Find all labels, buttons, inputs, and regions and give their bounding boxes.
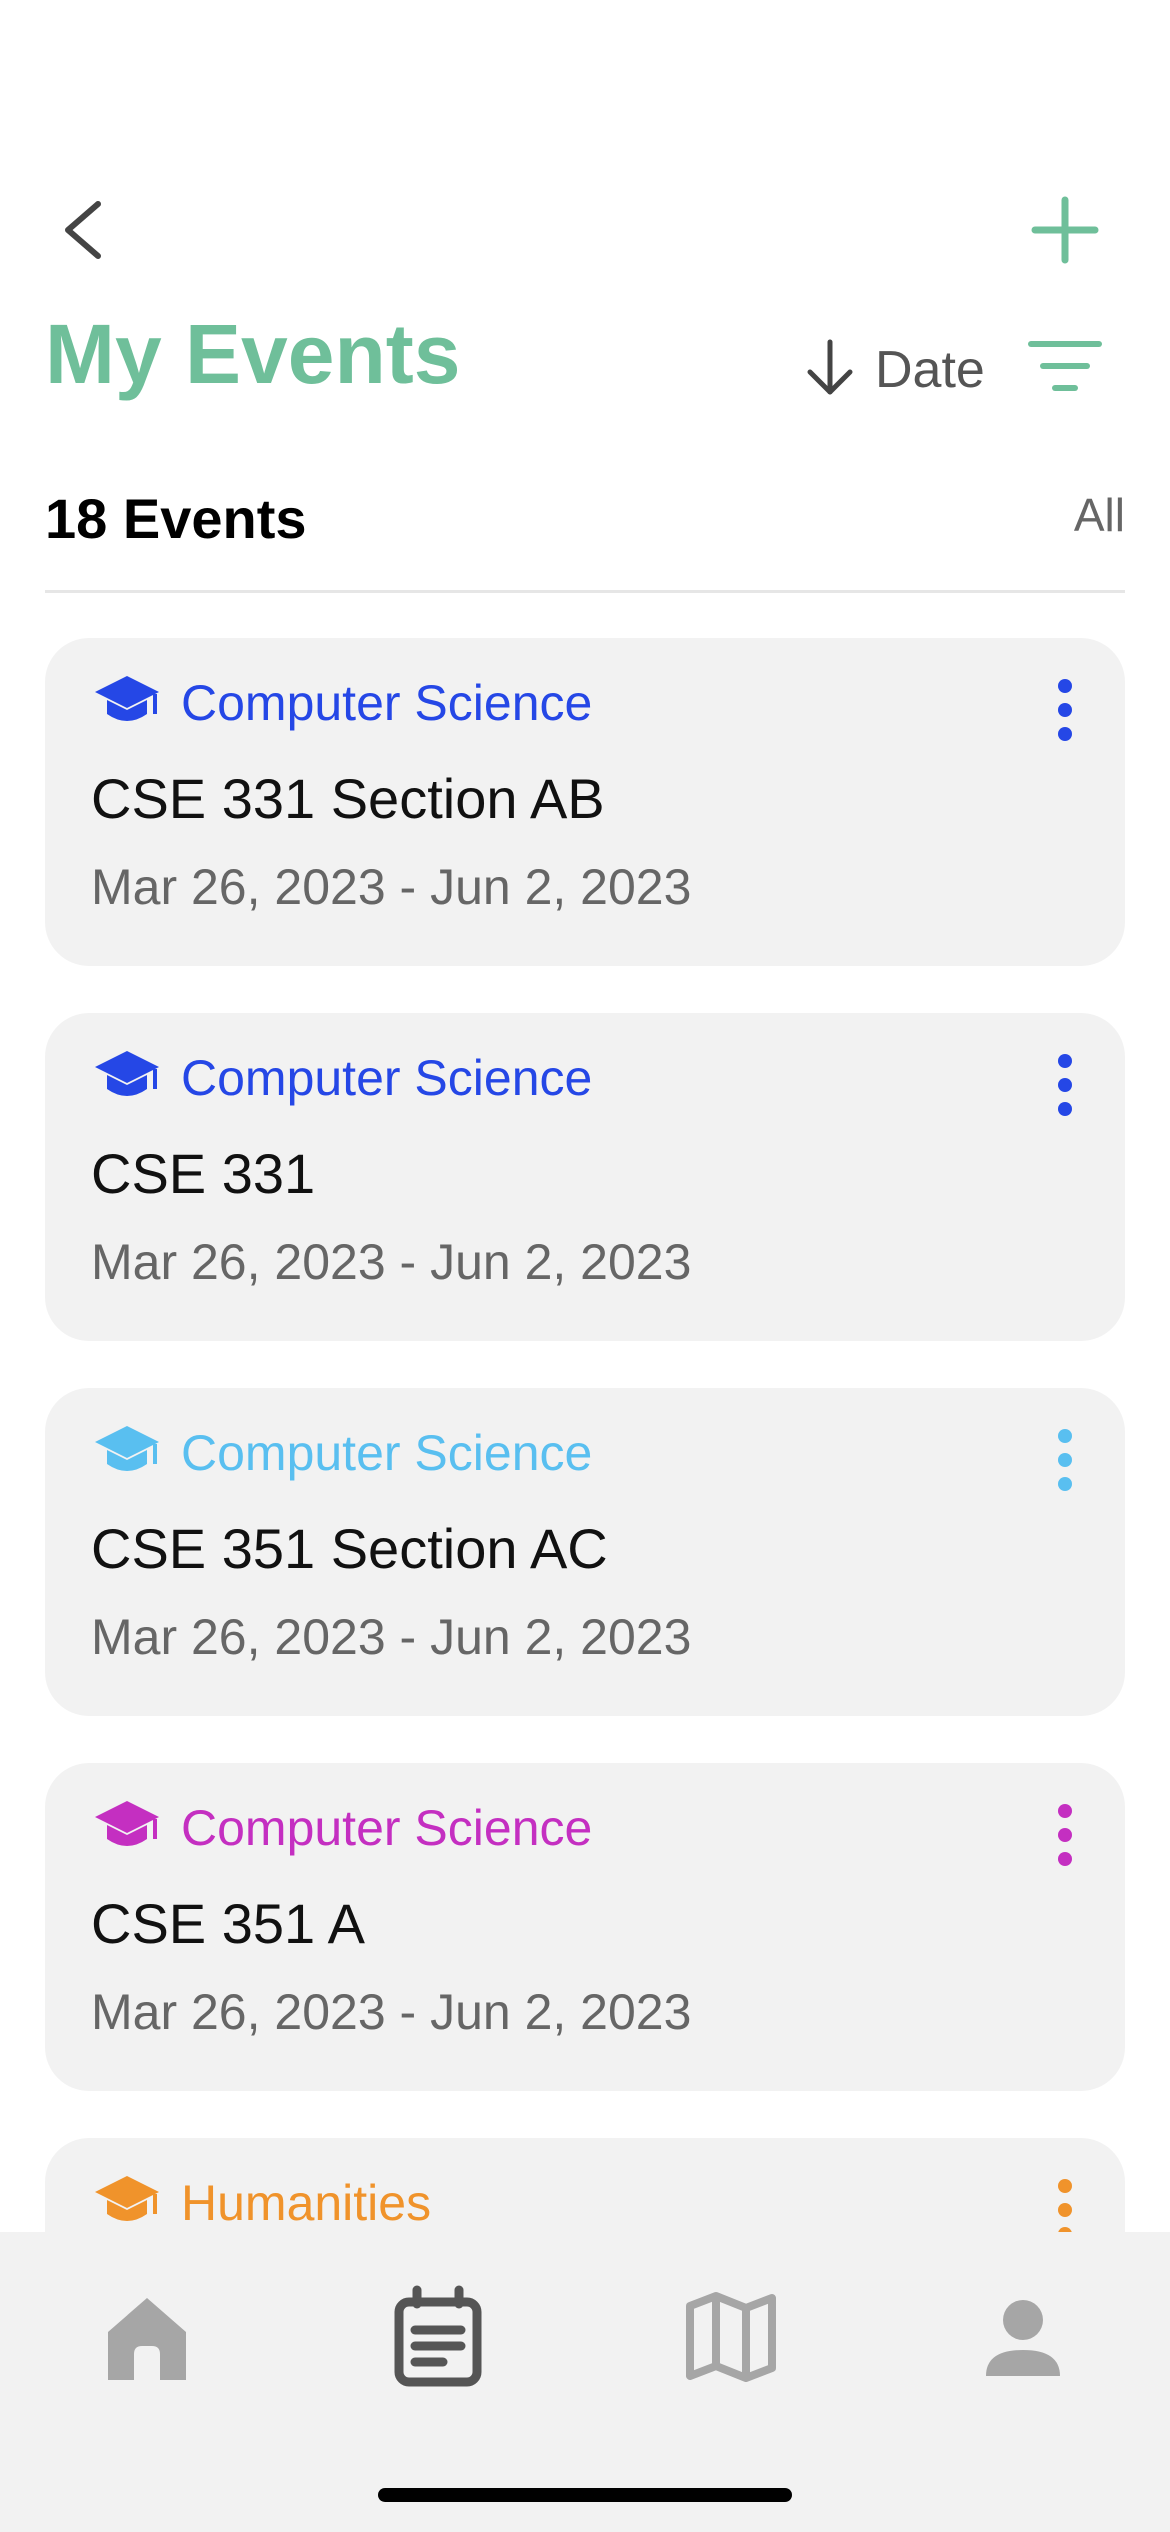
event-category: Computer Science xyxy=(181,1800,593,1856)
divider xyxy=(45,590,1125,593)
page-title: My Events xyxy=(45,307,461,401)
event-name: CSE 351 Section AC xyxy=(91,1517,608,1580)
event-category: Humanities xyxy=(181,2175,432,2231)
event-dates: Mar 26, 2023 - Jun 2, 2023 xyxy=(91,859,692,915)
tab-calendar[interactable] xyxy=(383,2282,493,2392)
more-options-button[interactable] xyxy=(1045,2176,1085,2233)
graduation-cap-icon xyxy=(93,2174,161,2230)
map-icon xyxy=(686,2292,776,2382)
event-card[interactable]: Computer Science CSE 331 Section AB Mar … xyxy=(45,638,1125,966)
events-summary: 18 Events All xyxy=(45,480,1125,550)
all-filter-link[interactable]: All xyxy=(1074,488,1125,542)
top-bar xyxy=(0,160,1170,280)
sort-label: Date xyxy=(875,341,985,399)
event-dates: Mar 26, 2023 - Jun 2, 2023 xyxy=(91,1609,692,1665)
event-name: CSE 351 A xyxy=(91,1892,365,1955)
more-options-button[interactable] xyxy=(1045,1426,1085,1496)
graduation-cap-icon xyxy=(93,674,161,730)
event-category: Computer Science xyxy=(181,675,593,731)
graduation-cap-icon xyxy=(93,1049,161,1105)
event-category: Computer Science xyxy=(181,1050,593,1106)
event-dates: Mar 26, 2023 - Jun 2, 2023 xyxy=(91,1234,692,1290)
plus-icon xyxy=(1031,196,1099,264)
more-options-button[interactable] xyxy=(1045,1801,1085,1871)
graduation-cap-icon xyxy=(93,1799,161,1855)
chevron-left-icon xyxy=(65,201,101,259)
tab-home[interactable] xyxy=(92,2282,202,2392)
title-row: My Events Date xyxy=(0,300,1170,420)
profile-icon xyxy=(986,2300,1060,2376)
tab-bar xyxy=(0,2232,1170,2532)
sort-button[interactable]: Date xyxy=(800,330,1000,400)
home-indicator xyxy=(378,2488,792,2502)
event-name: CSE 331 Section AB xyxy=(91,767,605,830)
arrow-down-icon xyxy=(807,339,853,395)
event-card[interactable]: Computer Science CSE 351 A Mar 26, 2023 … xyxy=(45,1763,1125,2091)
filter-icon xyxy=(1028,341,1102,391)
calendar-icon xyxy=(394,2285,482,2387)
filter-button[interactable] xyxy=(1025,330,1105,400)
event-card[interactable]: Computer Science CSE 351 Section AC Mar … xyxy=(45,1388,1125,1716)
home-icon xyxy=(108,2298,186,2380)
event-card[interactable]: Computer Science CSE 331 Mar 26, 2023 - … xyxy=(45,1013,1125,1341)
back-button[interactable] xyxy=(50,190,120,270)
tab-map[interactable] xyxy=(676,2282,786,2392)
event-list[interactable]: Computer Science CSE 331 Section AB Mar … xyxy=(45,638,1125,2233)
more-options-button[interactable] xyxy=(1045,676,1085,746)
graduation-cap-icon xyxy=(93,1424,161,1480)
tab-profile[interactable] xyxy=(968,2282,1078,2392)
event-dates: Mar 26, 2023 - Jun 2, 2023 xyxy=(91,1984,692,2040)
more-options-button[interactable] xyxy=(1045,1051,1085,1121)
event-name: CSE 331 xyxy=(91,1142,316,1205)
event-card[interactable]: Humanities xyxy=(45,2138,1125,2233)
events-count: 18 Events xyxy=(45,487,307,550)
add-event-button[interactable] xyxy=(1025,190,1105,270)
event-category: Computer Science xyxy=(181,1425,593,1481)
